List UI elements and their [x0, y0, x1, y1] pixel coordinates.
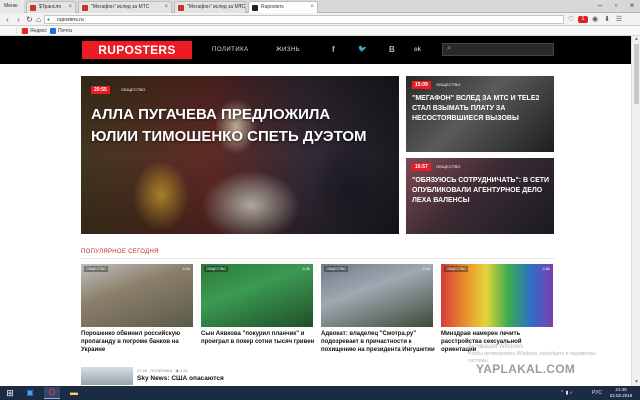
windows-taskbar: ⊞ ▣ O ▬ ⌃ ▮ ♪ РУС 21:40 22.02.2016 [0, 386, 640, 400]
close-icon[interactable]: × [164, 2, 168, 13]
search-icon: ⌕ [447, 45, 451, 52]
popular-4-views: 4.8k [542, 266, 550, 271]
yaplakal-watermark: YAPLAKAL.COM [476, 362, 576, 376]
activation-subtitle: Чтобы активировать Windows, перейдите в … [468, 351, 596, 357]
nav-life[interactable]: ЖИЗНЬ [276, 36, 300, 64]
extensions-icon[interactable]: ☰ [614, 14, 624, 25]
scroll-down-icon[interactable]: ▼ [632, 379, 640, 386]
popular-3-tag: ОБЩЕСТВО [324, 266, 349, 272]
tab-favicon-icon [178, 5, 184, 11]
popular-4-tag: ОБЩЕСТВО [444, 266, 469, 272]
bottom-article-views: 3.2k [180, 368, 188, 373]
bookmark-icon[interactable]: ♡ [566, 14, 576, 25]
scroll-thumb[interactable] [634, 44, 639, 104]
side-2-category: ОБЩЕСТВО [436, 164, 461, 169]
lock-icon: ● [47, 17, 51, 23]
bottom-article-category: ПОЛИТИКА [150, 368, 173, 373]
side-1-title[interactable]: "МегаФон" вслед за МТС и Tele2 стал взым… [412, 94, 550, 124]
popular-thumb-1[interactable]: ОБЩЕСТВО 4.2k [81, 264, 193, 327]
address-bar: ‹ › ↻ ⌂ ruposters.ru ● ♡ 1 ◉ ⬇ ☰ [0, 13, 640, 26]
tray-icons[interactable]: ⌃ ▮ ♪ [560, 386, 572, 400]
folder-icon[interactable]: ▬ [66, 387, 82, 399]
close-icon[interactable]: × [310, 2, 314, 13]
odnoklassniki-icon[interactable]: ok [414, 36, 421, 64]
facebook-icon[interactable]: f [332, 36, 335, 64]
tab-4[interactable]: Ruposters × [248, 1, 318, 13]
adblock-icon[interactable]: ◉ [590, 14, 600, 25]
popular-3-title[interactable]: Адвокат: владелец "Смотра.ру" подозревае… [321, 330, 435, 354]
maximize-icon[interactable]: ▫ [608, 0, 624, 13]
side-article-1[interactable]: 15:09 ОБЩЕСТВО "МегаФон" вслед за МТС и … [406, 76, 554, 152]
side-1-category: ОБЩЕСТВО [436, 82, 461, 87]
bookmark-yandex[interactable]: Яндекс [22, 26, 47, 36]
popular-3-views: 4.1k [422, 266, 430, 271]
explorer-icon[interactable]: ▣ [22, 387, 38, 399]
popular-section-title: ПОПУЛЯРНОЕ СЕГОДНЯ [81, 249, 159, 255]
popular-2-title[interactable]: Сын Аявкова "покурил планчик" и проиграл… [201, 330, 315, 346]
tab-1[interactable]: $Трансля × [26, 1, 76, 13]
hero-image [81, 76, 399, 234]
page-scrollbar[interactable]: ▲ ▼ [631, 36, 640, 386]
popular-1-title[interactable]: Порошенко обвинил российскую пропаганду … [81, 330, 195, 354]
close-icon[interactable]: × [68, 2, 72, 13]
divider [81, 258, 554, 259]
popular-thumb-3[interactable]: ОБЩЕСТВО 4.1k [321, 264, 433, 327]
scroll-up-icon[interactable]: ▲ [632, 36, 640, 43]
download-icon[interactable]: ⬇ [602, 14, 612, 25]
clock-date: 22.02.2016 [609, 393, 633, 398]
browser-menu-button[interactable]: Меню [0, 0, 24, 13]
vk-icon[interactable]: B [389, 36, 395, 64]
tab-2-label: "Мегафон" вслед за МТС [91, 4, 150, 10]
close-icon[interactable]: × [238, 2, 242, 13]
tab-favicon-icon [30, 5, 36, 11]
popular-1-tag: ОБЩЕСТВО [84, 266, 109, 272]
tab-3[interactable]: "Мегафон" вслед за МТС × [174, 1, 246, 13]
side-article-2[interactable]: 16:57 ОБЩЕСТВО "Обязуюсь сотрудничать": … [406, 158, 554, 234]
windows-start-icon[interactable]: ⊞ [2, 387, 18, 399]
tab-3-label: "Мегафон" вслед за МТС [187, 4, 246, 10]
hero-title[interactable]: Алла Пугачева предложила Юлии Тимошенко … [91, 104, 381, 148]
site-logo[interactable]: RUPOSTERS [82, 41, 192, 59]
back-icon[interactable]: ‹ [2, 14, 13, 25]
close-window-icon[interactable]: × [624, 0, 640, 13]
hero-time-badge: 20:55 [91, 86, 110, 94]
side-1-time-badge: 15:09 [412, 81, 431, 89]
popular-1-views: 4.2k [182, 266, 190, 271]
nav-politics[interactable]: ПОЛИТИКА [212, 36, 249, 64]
popular-2-views: 4.3k [302, 266, 310, 271]
search-input[interactable]: ⌕ [442, 43, 554, 56]
bookmarks-bar: ⋮⋮ Яндекс Почта [0, 26, 640, 36]
forward-icon[interactable]: › [13, 14, 24, 25]
bottom-article-thumb[interactable] [81, 367, 133, 385]
popular-2-tag: ОБЩЕСТВО [204, 266, 229, 272]
url-input[interactable]: ruposters.ru [44, 15, 564, 24]
tab-1-label: $Трансля [39, 4, 62, 10]
opera-icon[interactable]: O [44, 387, 60, 399]
bottom-article-time: 17:45 [137, 368, 148, 373]
side-2-time-badge: 16:57 [412, 163, 431, 171]
hero-category: ОБЩЕСТВО [121, 87, 146, 92]
tab-4-label: Ruposters [261, 4, 284, 10]
bottom-article-title[interactable]: Sky News: США опасаются [137, 375, 224, 382]
eye-icon: ◉ [175, 368, 179, 373]
activation-title: Активация Windows [468, 344, 524, 350]
twitter-icon[interactable]: 🐦 [358, 36, 367, 64]
minimize-icon[interactable]: – [592, 0, 608, 13]
tab-favicon-icon [82, 5, 88, 11]
bottom-article-meta: 17:45 ПОЛИТИКА ◉ 3.2k [137, 368, 188, 373]
tab-2[interactable]: "Мегафон" вслед за МТС × [78, 1, 172, 13]
popular-thumb-4[interactable]: ОБЩЕСТВО 4.8k [441, 264, 553, 327]
browser-tab-bar: Меню $Трансля × "Мегафон" вслед за МТС ×… [0, 0, 640, 13]
home-icon[interactable]: ⌂ [33, 14, 44, 25]
popular-thumb-2[interactable]: ОБЩЕСТВО 4.3k [201, 264, 313, 327]
hero-article[interactable]: 20:55 ОБЩЕСТВО Алла Пугачева предложила … [81, 76, 399, 234]
notification-badge[interactable]: 1 [578, 16, 588, 23]
taskbar-clock[interactable]: 21:40 22.02.2016 [606, 387, 636, 399]
language-indicator[interactable]: РУС [592, 386, 602, 400]
side-2-title[interactable]: "Обязуюсь сотрудничать": в Сети опублико… [412, 176, 550, 206]
tab-favicon-icon [252, 5, 258, 11]
bookmark-mail[interactable]: Почта [50, 26, 72, 36]
